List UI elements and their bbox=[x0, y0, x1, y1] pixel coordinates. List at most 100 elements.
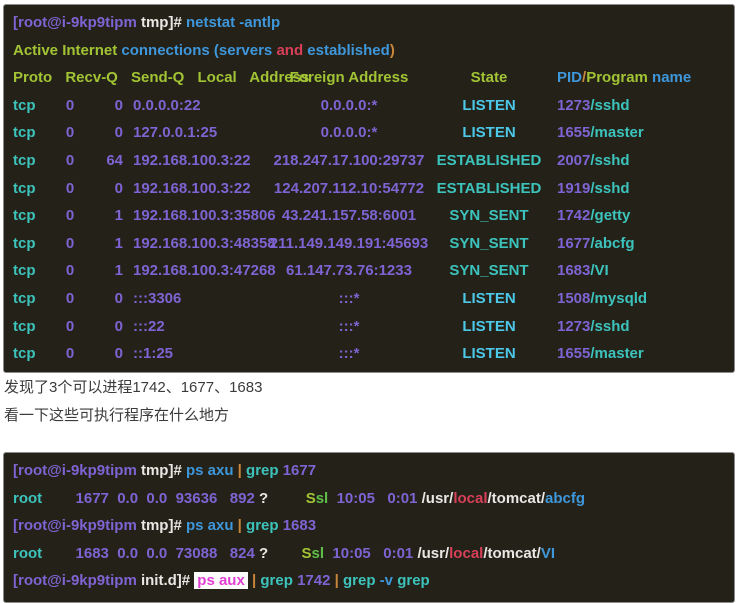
text-segment: name bbox=[648, 69, 691, 86]
state-cell: LISTEN bbox=[433, 313, 545, 341]
program-name: /VI bbox=[590, 262, 608, 279]
netstat-row: tcp 0 0 192.168.100.3:22 124.207.112.10:… bbox=[13, 175, 734, 203]
text-segment: and bbox=[276, 42, 303, 59]
text-segment: 1677 bbox=[283, 462, 316, 479]
pid-program-cell: 1655/master bbox=[545, 340, 734, 368]
text-segment: 1683 bbox=[283, 517, 316, 534]
text-segment: ps axu bbox=[186, 462, 238, 479]
sendq-cell: 64 bbox=[87, 147, 123, 175]
pid-value: 1683 bbox=[557, 262, 590, 279]
local-address-cell: 127.0.0.1:25 bbox=[123, 119, 265, 147]
recvq-cell: 0 bbox=[53, 230, 87, 258]
text-segment: tmp]# bbox=[137, 462, 186, 479]
netstat-summary-line: Active Internet connections (servers and… bbox=[13, 37, 734, 65]
note-line-2: 看一下这些可执行程序在什么地方 bbox=[4, 402, 262, 430]
text-segment: S bbox=[302, 545, 312, 562]
text-segment: -v bbox=[380, 572, 398, 589]
pid-program-cell: 1919/sshd bbox=[545, 175, 734, 203]
sendq-cell: 0 bbox=[87, 285, 123, 313]
text-segment: netstat -antlp bbox=[186, 14, 280, 31]
text-segment: | bbox=[238, 462, 246, 479]
netstat-row: tcp 0 0 0.0.0.0:22 0.0.0.0:* LISTEN 1273… bbox=[13, 92, 734, 120]
text-segment bbox=[268, 490, 306, 507]
netstat-row: tcp 0 0 127.0.0.1:25 0.0.0.0:* LISTEN 16… bbox=[13, 119, 734, 147]
netstat-row: tcp 0 0 :::22 :::* LISTEN 1273/sshd bbox=[13, 313, 734, 341]
local-address-cell: 192.168.100.3:48358 bbox=[123, 230, 265, 258]
foreign-address-cell: :::* bbox=[265, 340, 433, 368]
state-cell: SYN_SENT bbox=[433, 230, 545, 258]
text-segment: local bbox=[449, 545, 483, 562]
foreign-address-cell: 124.207.112.10:54772 bbox=[265, 175, 433, 203]
text-segment: 1742 bbox=[297, 572, 335, 589]
pid-program-cell: 2007/sshd bbox=[545, 147, 734, 175]
text-segment: [root@i-9kp9tipm bbox=[13, 572, 137, 589]
shell-prompt-ps-1683: [root@i-9kp9tipm tmp]# ps axu | grep 168… bbox=[13, 512, 734, 540]
netstat-row: tcp 0 64 192.168.100.3:22 218.247.17.100… bbox=[13, 147, 734, 175]
local-address-cell: 192.168.100.3:22 bbox=[123, 147, 265, 175]
pid-value: 1919 bbox=[557, 180, 590, 197]
text-segment: PID bbox=[557, 69, 582, 86]
text-segment bbox=[268, 545, 301, 562]
proto-cell: tcp bbox=[13, 202, 53, 230]
netstat-row: tcp 0 1 192.168.100.3:35806 43.241.157.5… bbox=[13, 202, 734, 230]
proto-cell: tcp bbox=[13, 175, 53, 203]
text-segment: /usr/ bbox=[422, 490, 454, 507]
local-address-cell: 192.168.100.3:22 bbox=[123, 175, 265, 203]
netstat-header-left: Proto Recv-Q Send-Q Local Address bbox=[13, 64, 265, 92]
text-segment: sl bbox=[312, 545, 325, 562]
shell-prompt-ps-1742: [root@i-9kp9tipm init.d]# ps aux | grep … bbox=[13, 567, 734, 595]
sendq-cell: 0 bbox=[87, 119, 123, 147]
text-segment: | bbox=[335, 572, 343, 589]
text-segment: root bbox=[13, 490, 42, 507]
netstat-row: tcp 0 0 :::3306 :::* LISTEN 1508/mysqld bbox=[13, 285, 734, 313]
recvq-cell: 0 bbox=[53, 340, 87, 368]
netstat-rows: tcp 0 0 0.0.0.0:22 0.0.0.0:* LISTEN 1273… bbox=[13, 92, 734, 368]
text-segment: connections (servers bbox=[117, 42, 276, 59]
netstat-row: tcp 0 1 192.168.100.3:47268 61.147.73.76… bbox=[13, 257, 734, 285]
local-address-cell: ::1:25 bbox=[123, 340, 265, 368]
state-cell: LISTEN bbox=[433, 92, 545, 120]
proto-cell: tcp bbox=[13, 230, 53, 258]
netstat-header-foreign: Foreign Address bbox=[265, 64, 433, 92]
foreign-address-cell: 0.0.0.0:* bbox=[265, 92, 433, 120]
state-cell: SYN_SENT bbox=[433, 202, 545, 230]
sendq-cell: 0 bbox=[87, 92, 123, 120]
text-segment bbox=[328, 490, 336, 507]
text-segment: grep bbox=[246, 517, 283, 534]
netstat-row: tcp 0 1 192.168.100.3:48358 211.149.149.… bbox=[13, 230, 734, 258]
program-name: /master bbox=[590, 345, 643, 362]
text-segment: [root@i-9kp9tipm bbox=[13, 462, 137, 479]
sendq-cell: 0 bbox=[87, 175, 123, 203]
text-segment: sl bbox=[316, 490, 329, 507]
text-segment: S bbox=[306, 490, 316, 507]
shell-prompt-netstat: [root@i-9kp9tipm tmp]# netstat -antlp bbox=[13, 9, 734, 37]
proto-cell: tcp bbox=[13, 313, 53, 341]
pid-program-cell: 1508/mysqld bbox=[545, 285, 734, 313]
text-segment: tmp]# bbox=[137, 14, 186, 31]
state-cell: SYN_SENT bbox=[433, 257, 545, 285]
text-segment: grep bbox=[260, 572, 297, 589]
shell-prompt-ps-1677: [root@i-9kp9tipm tmp]# ps axu | grep 167… bbox=[13, 457, 734, 485]
text-segment: grep bbox=[246, 462, 283, 479]
text-segment: ps aux bbox=[194, 572, 248, 589]
recvq-cell: 0 bbox=[53, 202, 87, 230]
proto-cell: tcp bbox=[13, 340, 53, 368]
sendq-cell: 0 bbox=[87, 313, 123, 341]
text-segment: ? bbox=[259, 545, 268, 562]
program-name: /sshd bbox=[590, 97, 629, 114]
pid-value: 1273 bbox=[557, 97, 590, 114]
terminal-screenshot-ps-grep: [root@i-9kp9tipm tmp]# ps axu | grep 167… bbox=[3, 452, 735, 603]
state-cell: ESTABLISHED bbox=[433, 175, 545, 203]
local-address-cell: :::22 bbox=[123, 313, 265, 341]
state-cell: LISTEN bbox=[433, 340, 545, 368]
proto-cell: tcp bbox=[13, 92, 53, 120]
note-line-1: 发现了3个可以进程1742、1677、1683 bbox=[4, 374, 262, 402]
program-name: /sshd bbox=[590, 180, 629, 197]
proto-cell: tcp bbox=[13, 257, 53, 285]
text-segment: Active Internet bbox=[13, 42, 117, 59]
text-segment: /usr/ bbox=[417, 545, 449, 562]
sendq-cell: 1 bbox=[87, 230, 123, 258]
netstat-header-row: Proto Recv-Q Send-Q Local Address Foreig… bbox=[13, 64, 734, 92]
local-address-cell: 192.168.100.3:35806 bbox=[123, 202, 265, 230]
foreign-address-cell: 61.147.73.76:1233 bbox=[265, 257, 433, 285]
